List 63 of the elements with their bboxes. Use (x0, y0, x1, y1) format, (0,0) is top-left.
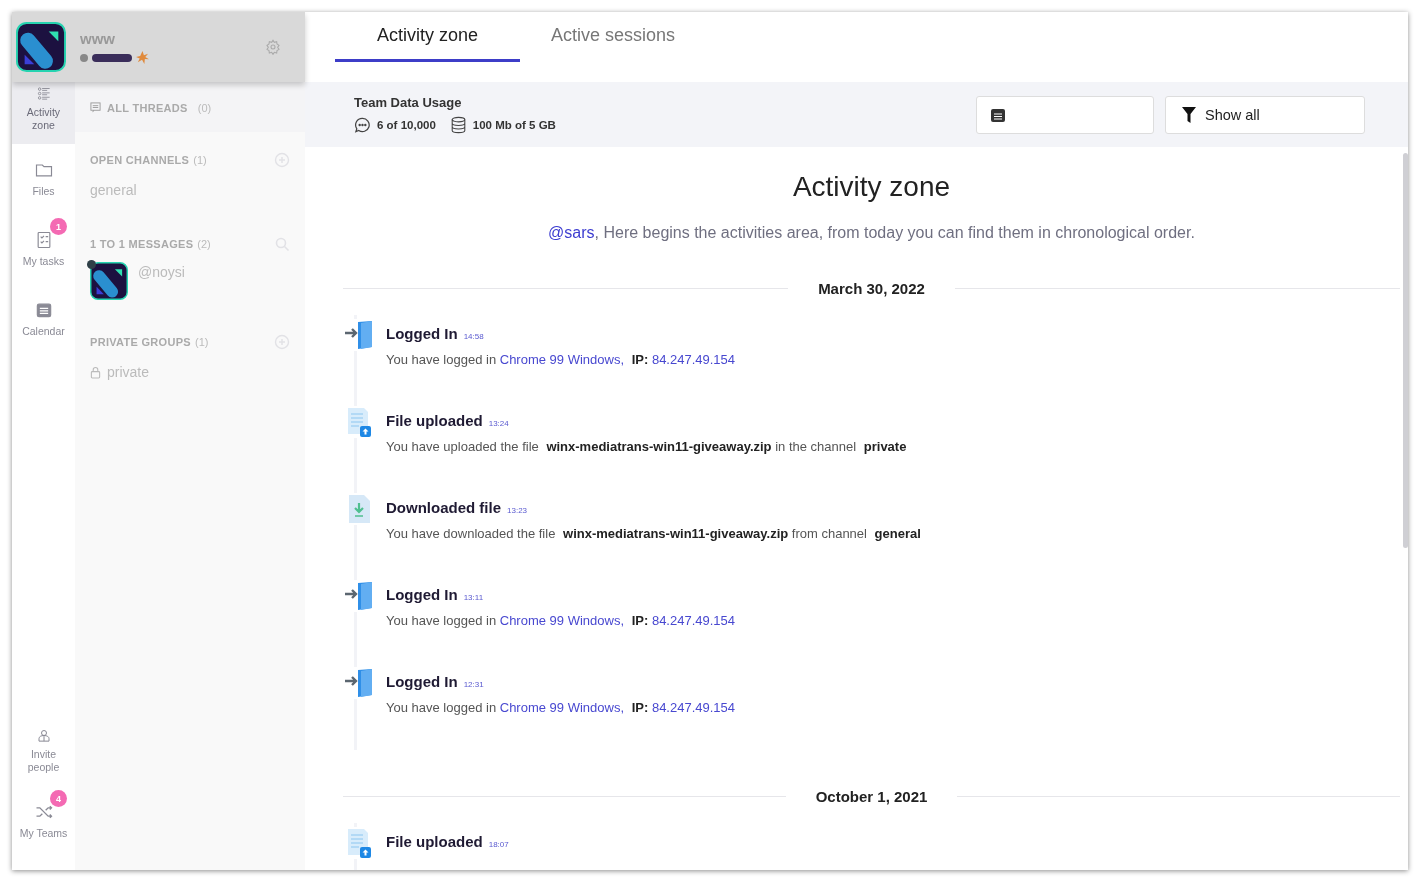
event-link[interactable]: 84.247.49.154 (651, 613, 736, 628)
avatar-icon (90, 262, 128, 300)
section-title: PRIVATE GROUPS (90, 336, 191, 348)
date-heading: March 30, 2022 (817, 280, 926, 297)
event-title: File uploaded (386, 412, 483, 429)
nav-item[interactable]: Calendar (12, 284, 75, 354)
section-count: (1) (195, 336, 209, 348)
filter-button[interactable]: Show all (1165, 95, 1365, 134)
section-count: (2) (197, 238, 211, 250)
thread-icon (90, 102, 101, 113)
event-time: 13:24 (488, 419, 509, 428)
event-time: 13:23 (507, 506, 528, 515)
event-title: File uploaded (386, 833, 483, 850)
event-time: 18:07 (488, 840, 509, 849)
status-pill (92, 53, 132, 62)
event-link[interactable]: Chrome 99 Windows, (499, 700, 625, 715)
event-description: You have logged in Chrome 99 Windows, IP: 84.247.49.154 (386, 700, 736, 715)
nav-item[interactable]: Files (12, 144, 75, 214)
count-badge: 4 (50, 790, 67, 807)
event-link[interactable]: 84.247.49.154 (651, 352, 736, 367)
message-usage: 6 of 10,000 (377, 119, 436, 131)
event-description: You have uploaded the file winx-mediatrans-win11-giveaway.zip in the channel private (386, 439, 907, 454)
event-link[interactable]: 84.247.49.154 (651, 700, 736, 715)
usage-title: Team Data Usage (354, 95, 463, 110)
tab[interactable]: Activity zone (335, 12, 521, 62)
section-title: OPEN CHANNELS (90, 154, 190, 166)
tab[interactable]: Active sessions (520, 12, 707, 62)
event-time: 13:11 (463, 593, 484, 602)
event-description: You have logged in Chrome 99 Windows, IP: 84.247.49.154 (386, 352, 736, 367)
count-badge: 1 (50, 218, 67, 235)
account-name: www (80, 30, 116, 47)
section-title: 1 TO 1 MESSAGES (90, 238, 194, 250)
page-heading: Activity zone (791, 171, 952, 203)
event-title: Logged In (386, 586, 458, 603)
calendar-icon (990, 106, 1006, 123)
settings-icon[interactable] (265, 39, 281, 55)
filter-icon (1182, 106, 1196, 123)
date-field[interactable] (976, 95, 1154, 134)
status-dot-icon (80, 53, 88, 62)
burst-icon (136, 51, 149, 64)
event-link[interactable]: Chrome 99 Windows, (499, 352, 625, 367)
logo-icon (16, 22, 66, 72)
event-description: You have downloaded the file winx-mediatrans-win11-giveaway.zip from channel general (386, 526, 921, 541)
nav-item[interactable]: Invite people (12, 716, 75, 786)
nav-item[interactable]: Activity zone (12, 82, 75, 144)
event-description: You have logged in Chrome 99 Windows, IP: 84.247.49.154 (386, 613, 736, 628)
nav-item[interactable]: My Teams 4 (12, 786, 75, 856)
intro-text: @sars, Here begins the activities area, from today you can find them in chronological order. (547, 224, 1196, 242)
event-title: Logged In (386, 673, 458, 690)
storage-usage: 100 Mb of 5 GB (472, 119, 556, 131)
chat-icon (354, 116, 371, 134)
nav-item[interactable]: My tasks 1 (12, 214, 75, 284)
lock-icon (90, 365, 101, 379)
section-count: (1) (193, 154, 207, 166)
event-link[interactable]: Chrome 99 Windows, (499, 613, 625, 628)
mention-link[interactable]: @sars (548, 224, 595, 241)
event-time: 14:58 (463, 332, 484, 341)
event-title: Downloaded file (386, 499, 501, 516)
date-heading: October 1, 2021 (814, 788, 929, 805)
event-time: 12:31 (463, 680, 484, 689)
event-title: Logged In (386, 325, 458, 342)
scrollbar[interactable] (1403, 153, 1408, 548)
database-icon (449, 116, 467, 134)
